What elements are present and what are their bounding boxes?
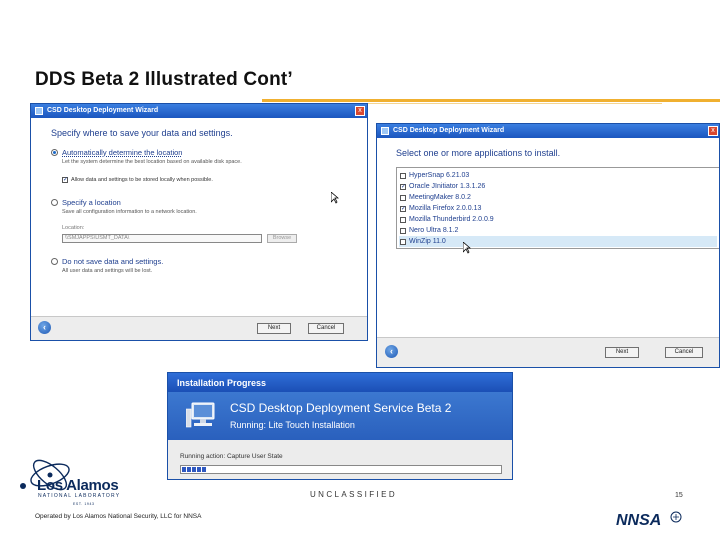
app-checkbox[interactable] [400, 217, 406, 223]
installation-progress-window: Installation Progress CSD Desktop Deploy… [167, 372, 513, 480]
cancel-button[interactable]: Cancel [665, 347, 703, 358]
app-name: HyperSnap 6.21.03 [409, 172, 470, 179]
location-label: Location: [62, 225, 85, 231]
logo-name: Los Alamos [37, 477, 119, 494]
progress-title: Installation Progress [168, 373, 512, 392]
title-rule [262, 99, 720, 102]
app-checkbox[interactable] [400, 173, 406, 179]
logo-established: EST. 1943 [73, 502, 95, 506]
list-item-app[interactable]: ✓ Mozilla Firefox 2.0.0.13 [399, 203, 717, 214]
application-list: HyperSnap 6.21.03 ✓ Oracle JInitiator 1.3… [396, 167, 719, 249]
app-name: Oracle JInitiator 1.3.1.26 [409, 183, 486, 190]
progress-running-text: Running: Lite Touch Installation [230, 420, 355, 430]
wizard-title: CSD Desktop Deployment Wizard [47, 107, 159, 114]
progress-status-text: Running action: Capture User State [180, 453, 283, 460]
next-button[interactable]: Next [605, 347, 639, 358]
progress-bar-fill [182, 467, 207, 472]
option-no-save-label: Do not save data and settings. [62, 257, 164, 266]
store-locally-checkbox[interactable]: ✓ [62, 177, 68, 183]
app-checkbox[interactable]: ✓ [400, 184, 406, 190]
list-item-app[interactable]: ✓ Oracle JInitiator 1.3.1.26 [399, 181, 717, 192]
location-input[interactable]: \\SMJAPPS\USMT_DATA\ [62, 234, 262, 243]
back-arrow-icon[interactable]: ‹ [385, 345, 398, 358]
storage-location-wizard-window: CSD Desktop Deployment Wizard x Specify … [30, 103, 368, 341]
app-checkbox[interactable] [400, 195, 406, 201]
wizard-heading: Select one or more applications to insta… [396, 148, 561, 158]
page-number: 15 [675, 492, 683, 499]
classification-marking: UNCLASSIFIED [310, 490, 398, 499]
list-item-app[interactable]: Nero Ultra 8.1.2 [399, 225, 717, 236]
browse-button[interactable]: Browse [267, 234, 297, 243]
next-button[interactable]: Next [257, 323, 291, 334]
application-select-wizard-window: CSD Desktop Deployment Wizard x Select o… [376, 123, 720, 368]
app-icon [35, 107, 43, 115]
wizard-titlebar[interactable]: CSD Desktop Deployment Wizard [377, 124, 719, 138]
logo-subtitle: NATIONAL LABORATORY [38, 493, 121, 499]
close-button[interactable]: x [708, 126, 718, 136]
app-name: Mozilla Thunderbird 2.0.0.9 [409, 216, 494, 223]
app-name: Mozilla Firefox 2.0.0.13 [409, 205, 482, 212]
app-checkbox[interactable] [400, 239, 406, 245]
option-auto-location-label: Automatically determine the location [62, 148, 183, 157]
app-name: Nero Ultra 8.1.2 [409, 227, 459, 234]
wizard-title: CSD Desktop Deployment Wizard [393, 127, 505, 134]
radio-auto-location[interactable] [51, 149, 58, 156]
list-item-app[interactable]: HyperSnap 6.21.03 [399, 170, 717, 181]
wizard-heading: Specify where to save your data and sett… [51, 128, 233, 138]
back-arrow-icon[interactable]: ‹ [38, 321, 51, 334]
list-item-app[interactable]: Mozilla Thunderbird 2.0.0.9 [399, 214, 717, 225]
app-name: MeetingMaker 8.0.2 [409, 194, 471, 201]
wizard-footer: ‹ Next Cancel [377, 337, 719, 367]
app-checkbox[interactable]: ✓ [400, 206, 406, 212]
nnsa-text: NNSA [616, 512, 661, 529]
app-name: WinZip 11.0 [409, 238, 446, 245]
nnsa-logo-icon: NNSA [616, 511, 682, 529]
mouse-cursor-icon [463, 242, 471, 254]
store-locally-label: Allow data and settings to be stored loc… [71, 177, 213, 183]
close-button[interactable]: x [355, 106, 365, 116]
progress-service-name: CSD Desktop Deployment Service Beta 2 [230, 401, 452, 415]
option-auto-location-desc: Let the system determine the best locati… [62, 159, 242, 165]
list-item-app[interactable]: MeetingMaker 8.0.2 [399, 192, 717, 203]
mouse-cursor-icon [331, 192, 339, 204]
option-specify-location-desc: Save all configuration information to a … [62, 209, 197, 215]
wizard-footer: ‹ Next Cancel [31, 316, 367, 340]
operated-by-text: Operated by Los Alamos National Security… [35, 513, 202, 520]
option-no-save-desc: All user data and settings will be lost. [62, 268, 153, 274]
option-specify-location-label: Specify a location [62, 198, 121, 207]
app-checkbox[interactable] [400, 228, 406, 234]
slide-title: DDS Beta 2 Illustrated Cont’ [35, 69, 293, 90]
list-item-app-selected[interactable]: WinZip 11.0 [399, 236, 717, 247]
radio-no-save[interactable] [51, 258, 58, 265]
app-icon [381, 127, 389, 135]
computer-icon [186, 402, 215, 428]
progress-bar [180, 465, 502, 474]
cancel-button[interactable]: Cancel [308, 323, 344, 334]
radio-specify-location[interactable] [51, 199, 58, 206]
wizard-titlebar[interactable]: CSD Desktop Deployment Wizard [31, 104, 367, 118]
